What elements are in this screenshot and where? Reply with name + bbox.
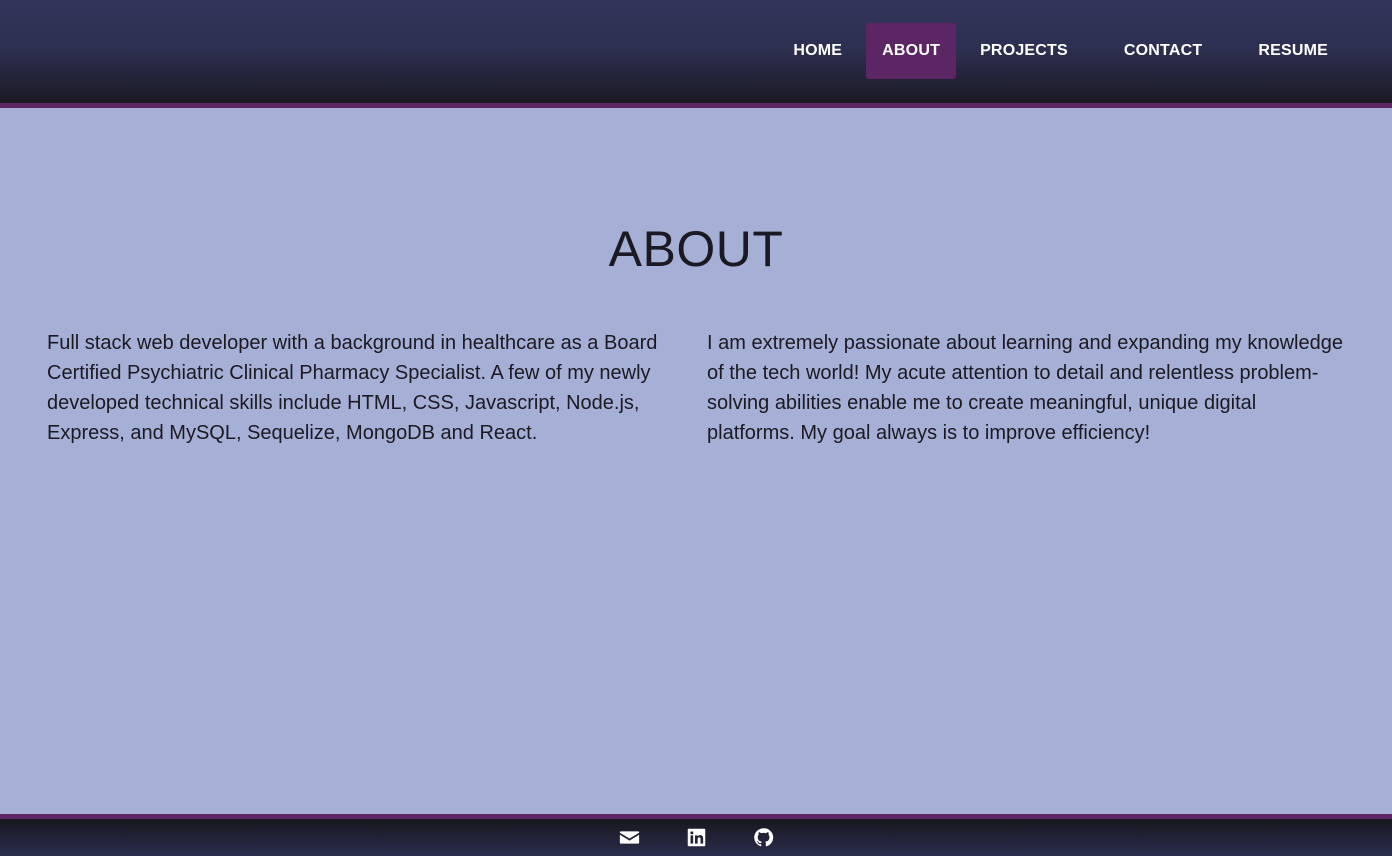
about-section: ABOUT Full stack web developer with a ba…	[0, 108, 1392, 814]
about-paragraph-right: I am extremely passionate about learning…	[707, 332, 1343, 444]
nav-item-projects[interactable]: PROJECTS	[964, 23, 1084, 79]
nav-item-contact[interactable]: CONTACT	[1108, 23, 1218, 79]
nav-menu: HOME ABOUT PROJECTS CONTACT RESUME	[769, 23, 1344, 79]
about-paragraph-left: Full stack web developer with a backgrou…	[47, 332, 658, 444]
envelope-icon[interactable]	[619, 827, 640, 848]
nav-item-home[interactable]: HOME	[777, 23, 858, 79]
nav-item-about[interactable]: ABOUT	[866, 23, 957, 79]
linkedin-icon[interactable]	[686, 827, 707, 848]
about-columns: Full stack web developer with a backgrou…	[47, 328, 1347, 448]
footer	[0, 814, 1392, 856]
nav-item-resume[interactable]: RESUME	[1242, 23, 1344, 79]
navbar: HOME ABOUT PROJECTS CONTACT RESUME	[0, 0, 1392, 108]
github-icon[interactable]	[753, 827, 774, 848]
page-title: ABOUT	[608, 221, 784, 277]
